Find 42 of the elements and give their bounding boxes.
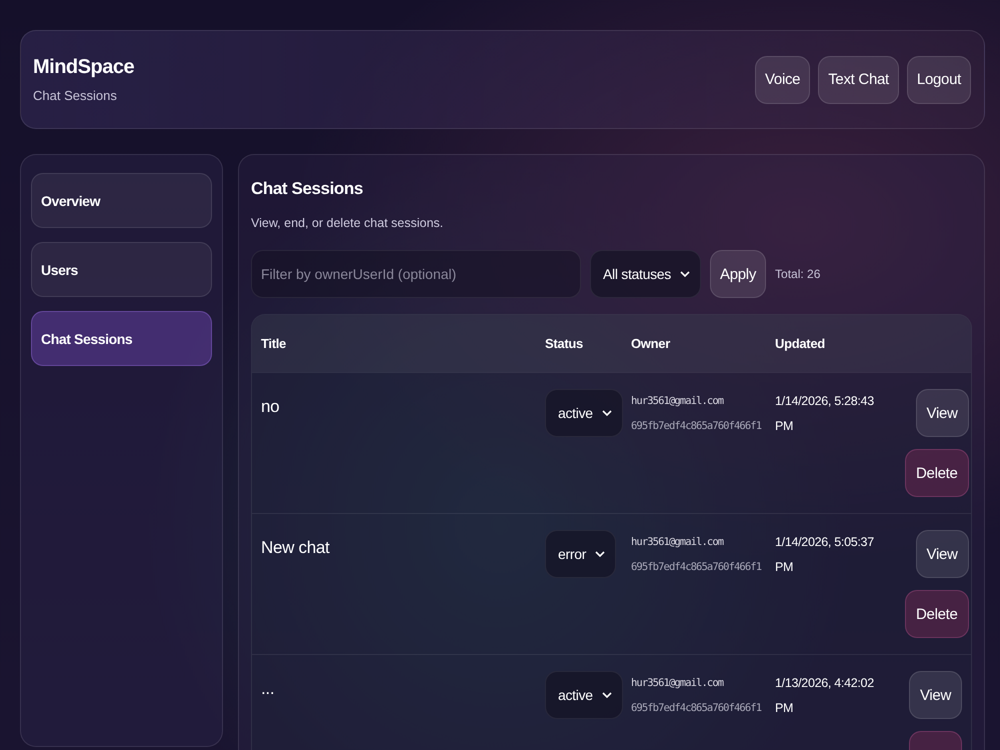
column-header: Owner bbox=[631, 336, 672, 351]
section-title: Chat Sessions bbox=[251, 179, 364, 199]
column-header: Updated bbox=[775, 336, 826, 351]
owner-id: 695fb7edf4c865a760f466f1 bbox=[631, 701, 762, 716]
delete-button[interactable]: Delete bbox=[905, 590, 969, 638]
column-header: Title bbox=[261, 336, 287, 351]
chevron-down-icon bbox=[680, 270, 690, 278]
owner-email: hur3561@gmail.com bbox=[631, 535, 724, 550]
session-title: ... bbox=[261, 678, 276, 699]
status-select[interactable]: error bbox=[545, 530, 616, 578]
session-title: New chat bbox=[261, 537, 331, 558]
view-button[interactable]: View bbox=[916, 389, 969, 437]
chevron-down-icon bbox=[602, 692, 612, 698]
view-button[interactable]: View bbox=[916, 530, 969, 578]
total-count: Total: 26 bbox=[775, 267, 820, 281]
status-select[interactable]: active bbox=[545, 389, 623, 437]
updated-time: 1/14/2026, 5:28:43 PM bbox=[775, 393, 875, 435]
page-subtitle: Chat Sessions bbox=[33, 88, 118, 103]
apply-button[interactable]: Apply bbox=[710, 250, 766, 298]
owner-id: 695fb7edf4c865a760f466f1 bbox=[631, 419, 762, 434]
status-select[interactable]: active bbox=[545, 671, 623, 719]
nav-button[interactable]: Text Chat bbox=[818, 56, 899, 104]
owner-email: hur3561@gmail.com bbox=[631, 676, 724, 691]
chevron-down-icon bbox=[602, 410, 612, 416]
delete-button[interactable]: Delete bbox=[905, 449, 969, 497]
nav-button[interactable]: Voice bbox=[755, 56, 810, 104]
status-filter-select[interactable]: All statuses bbox=[590, 250, 701, 298]
sidebar-item[interactable]: Users bbox=[31, 242, 212, 297]
sidebar-item[interactable]: Chat Sessions bbox=[31, 311, 212, 366]
updated-time: 1/14/2026, 5:05:37 PM bbox=[775, 534, 875, 576]
view-button[interactable]: View bbox=[908, 671, 962, 719]
nav-button[interactable]: Logout bbox=[906, 56, 971, 104]
app-name: MindSpace bbox=[33, 56, 134, 79]
column-header: Status bbox=[545, 336, 584, 351]
owner-id: 695fb7edf4c865a760f466f1 bbox=[631, 560, 762, 575]
owner-filter-field[interactable]: Filter by ownerUserId (optional) bbox=[251, 250, 581, 298]
chevron-down-icon bbox=[595, 550, 606, 558]
section-description: View, end, or delete chat sessions. bbox=[251, 216, 444, 230]
owner-email: hur3561@gmail.com bbox=[631, 394, 724, 409]
session-title: no bbox=[261, 396, 280, 417]
updated-time: 1/13/2026, 4:42:02 PM bbox=[775, 675, 875, 717]
sidebar-item[interactable]: Overview bbox=[31, 173, 212, 228]
